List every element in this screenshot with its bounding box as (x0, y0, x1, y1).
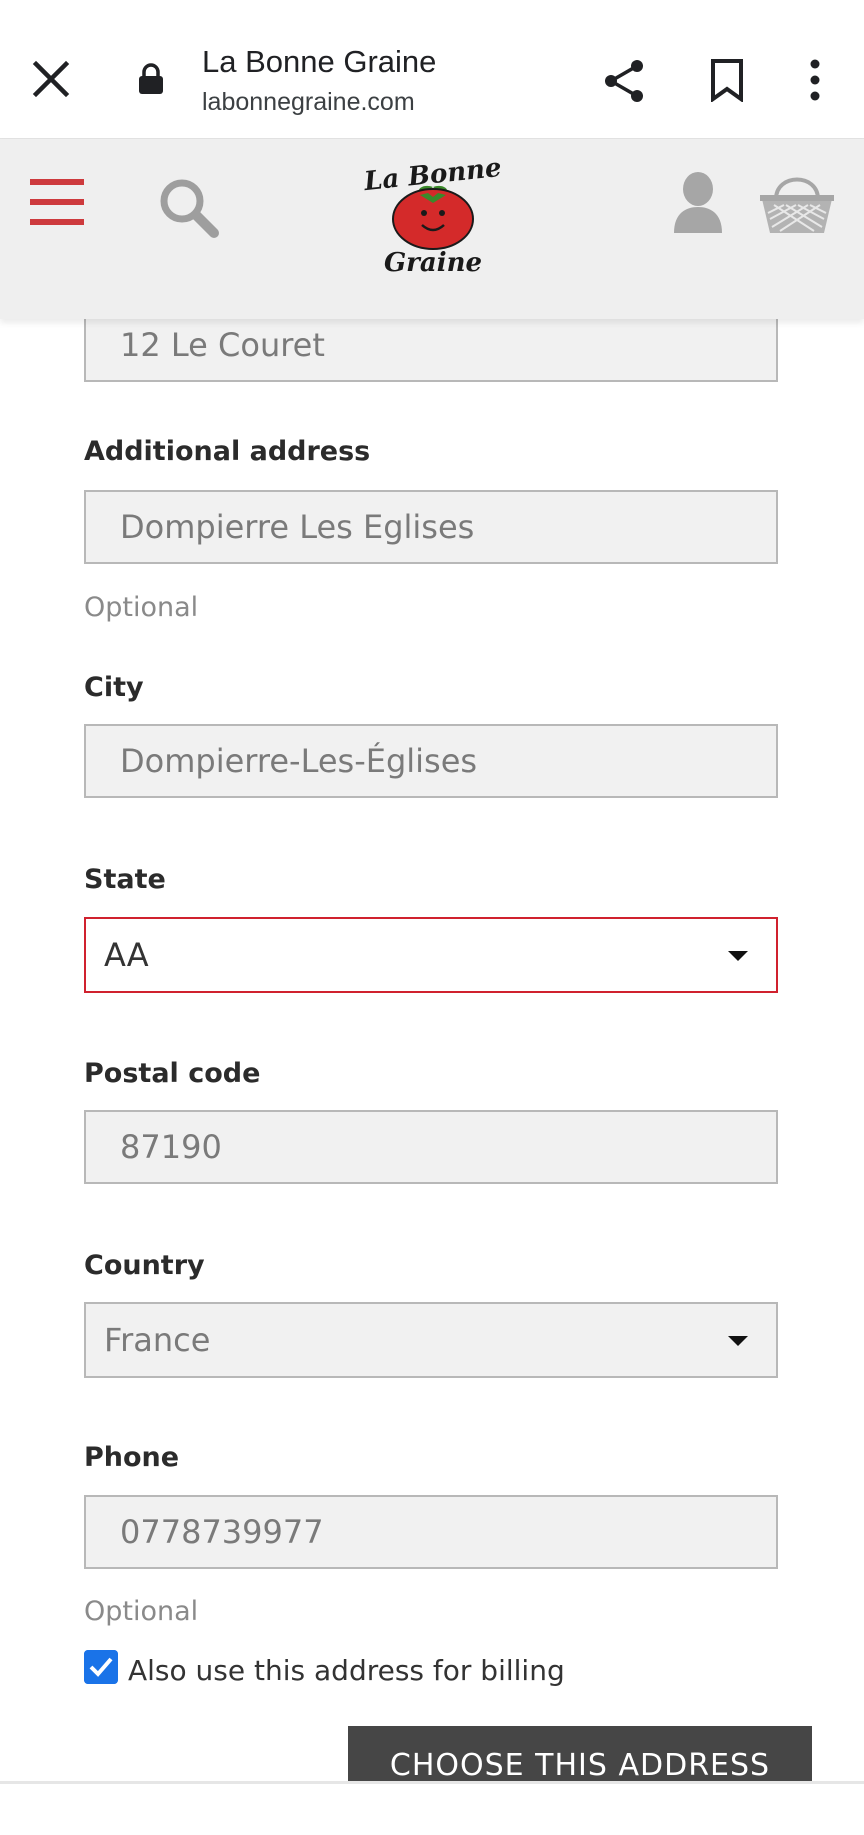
logo[interactable]: La Bonne Graine (362, 147, 504, 277)
city-field[interactable]: Dompierre-Les-Églises (84, 724, 778, 798)
page-url[interactable]: labonnegraine.com (202, 88, 415, 117)
user-icon[interactable] (672, 171, 724, 235)
postal-code-field[interactable]: 87190 (84, 1110, 778, 1184)
country-label: Country (84, 1250, 205, 1281)
chevron-down-icon (728, 1336, 748, 1346)
more-vert-icon[interactable] (805, 58, 825, 102)
country-select[interactable]: France (84, 1302, 778, 1378)
state-label: State (84, 864, 166, 895)
page-title: La Bonne Graine (202, 44, 437, 79)
basket-icon[interactable] (760, 169, 834, 237)
choose-address-button[interactable]: CHOOSE THIS ADDRESS (348, 1726, 812, 1786)
lock-icon (139, 63, 163, 94)
site-header: La Bonne Graine (0, 139, 864, 319)
additional-address-label: Additional address (84, 436, 371, 467)
browser-toolbar: La Bonne Graine labonnegraine.com (0, 0, 864, 139)
phone-field[interactable]: 0778739977 (84, 1495, 778, 1569)
additional-address-field[interactable]: Dompierre Les Eglises (84, 490, 778, 564)
search-icon[interactable] (158, 177, 220, 239)
bookmark-icon[interactable] (709, 58, 745, 102)
bottom-strip (0, 1781, 864, 1835)
menu-icon[interactable] (30, 177, 84, 227)
country-select-value: France (104, 1321, 211, 1359)
address-field[interactable]: 12 Le Couret (84, 308, 778, 382)
phone-label: Phone (84, 1442, 180, 1473)
additional-address-hint: Optional (84, 592, 199, 623)
chevron-down-icon (728, 951, 748, 961)
state-select-value: AA (104, 936, 149, 974)
billing-checkbox-label[interactable]: Also use this address for billing (128, 1654, 565, 1687)
billing-checkbox[interactable] (84, 1650, 118, 1684)
postal-code-label: Postal code (84, 1058, 261, 1089)
logo-text-bottom: Graine (384, 248, 482, 277)
city-label: City (84, 672, 144, 703)
close-icon[interactable] (30, 58, 72, 100)
share-icon[interactable] (603, 58, 647, 104)
state-select[interactable]: AA (84, 917, 778, 993)
phone-hint: Optional (84, 1596, 199, 1627)
